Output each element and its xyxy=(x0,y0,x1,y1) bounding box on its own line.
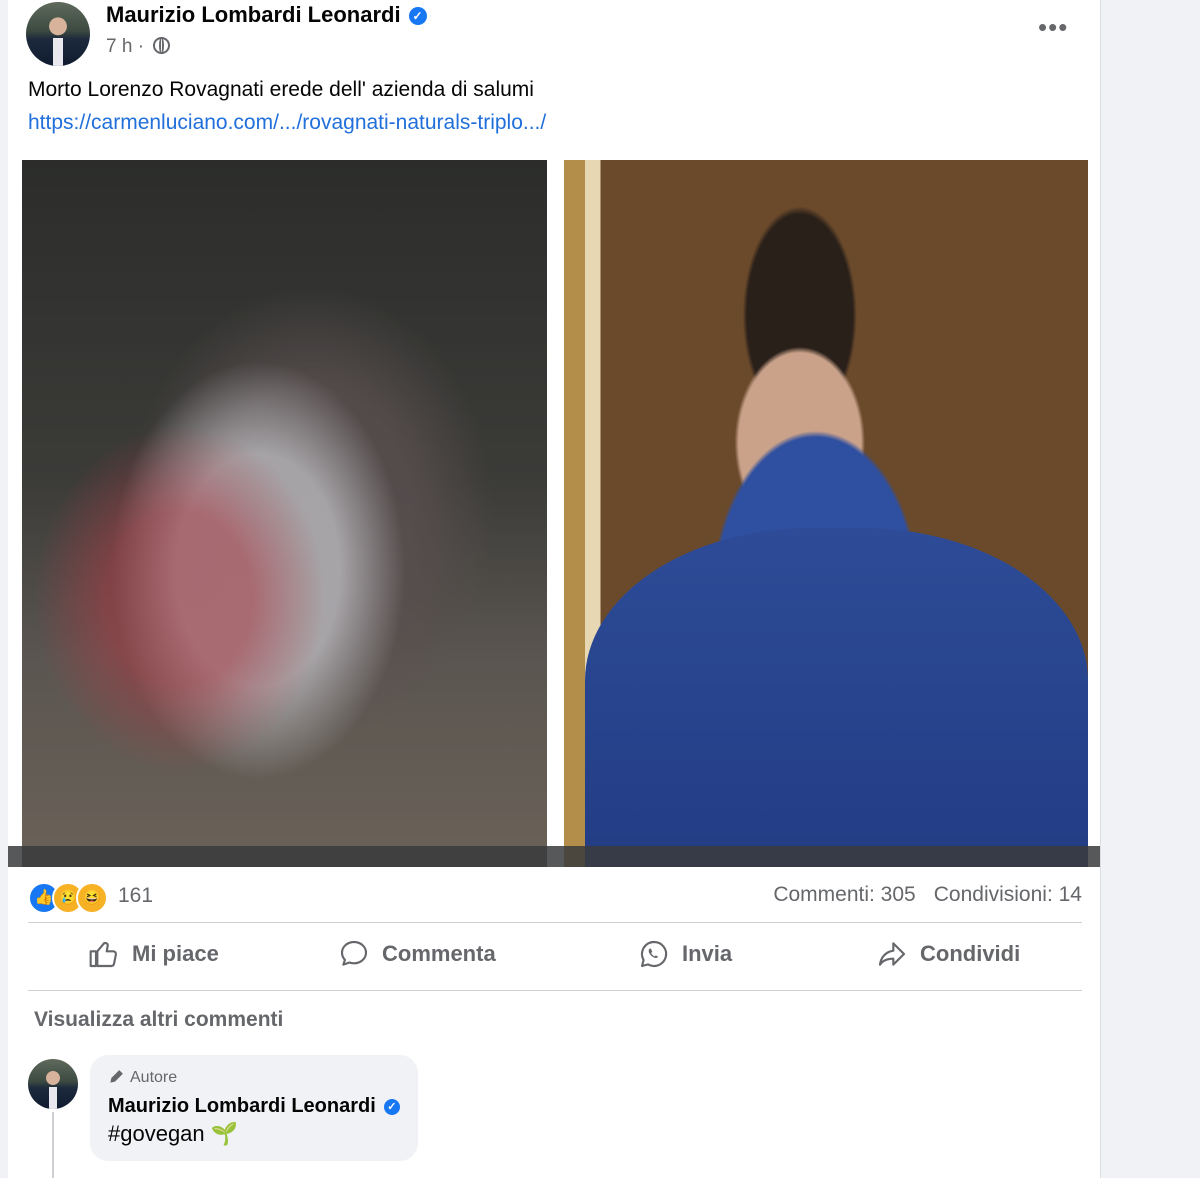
wreckage-photo xyxy=(22,160,547,867)
comment-author-name[interactable]: Maurizio Lombardi Leonardi ✓ xyxy=(108,1095,400,1118)
like-button[interactable]: Mi piace xyxy=(88,938,219,978)
commenter-avatar[interactable] xyxy=(28,1059,78,1109)
author-name[interactable]: Maurizio Lombardi Leonardi ✓ xyxy=(106,2,427,28)
verified-badge-icon: ✓ xyxy=(408,7,427,25)
thread-line xyxy=(52,1112,54,1178)
post-text: Morto Lorenzo Rovagnati erede dell' azie… xyxy=(28,78,534,101)
post-meta: 7 h · xyxy=(106,36,171,58)
comment-bubble: Autore Maurizio Lombardi Leonardi ✓ #gove… xyxy=(90,1055,418,1161)
thumbs-up-icon xyxy=(89,941,117,968)
post-time[interactable]: 7 h xyxy=(106,36,132,57)
share-button[interactable]: Condividi xyxy=(876,938,1020,978)
post-stats: Commenti: 305 Condivisioni: 14 xyxy=(773,883,1082,907)
post-card: Maurizio Lombardi Leonardi ✓ 7 h · ••• Mo… xyxy=(8,0,1101,1178)
author-tag: Autore xyxy=(108,1067,177,1087)
public-globe-icon xyxy=(153,37,171,54)
comments-count[interactable]: Commenti: 305 xyxy=(773,883,915,906)
comment-bubble-icon xyxy=(340,940,368,966)
comment-button[interactable]: Commenta xyxy=(338,938,496,978)
verified-badge-icon: ✓ xyxy=(383,1099,400,1115)
view-more-comments-link[interactable]: Visualizza altri commenti xyxy=(34,1008,283,1032)
haha-reaction-icon: 😆 xyxy=(76,882,108,914)
portrait-photo xyxy=(564,160,1089,867)
send-button[interactable]: Invia xyxy=(638,938,732,978)
more-options-button[interactable]: ••• xyxy=(1038,12,1068,43)
comment-text: #govegan 🌱 xyxy=(108,1121,239,1146)
comment-actions-row: … xyxy=(108,1170,124,1178)
divider xyxy=(28,922,1082,923)
share-arrow-icon xyxy=(878,942,906,966)
post-link[interactable]: https://carmenluciano.com/.../rovagnati-… xyxy=(28,111,546,135)
pencil-icon xyxy=(110,1070,123,1083)
image-bottom-strip xyxy=(8,846,1100,867)
divider xyxy=(28,990,1082,991)
whatsapp-icon xyxy=(640,940,668,968)
shares-count[interactable]: Condivisioni: 14 xyxy=(934,883,1082,906)
post-image[interactable] xyxy=(8,160,1100,867)
author-avatar[interactable] xyxy=(26,2,90,66)
reaction-count: 161 xyxy=(118,884,154,907)
